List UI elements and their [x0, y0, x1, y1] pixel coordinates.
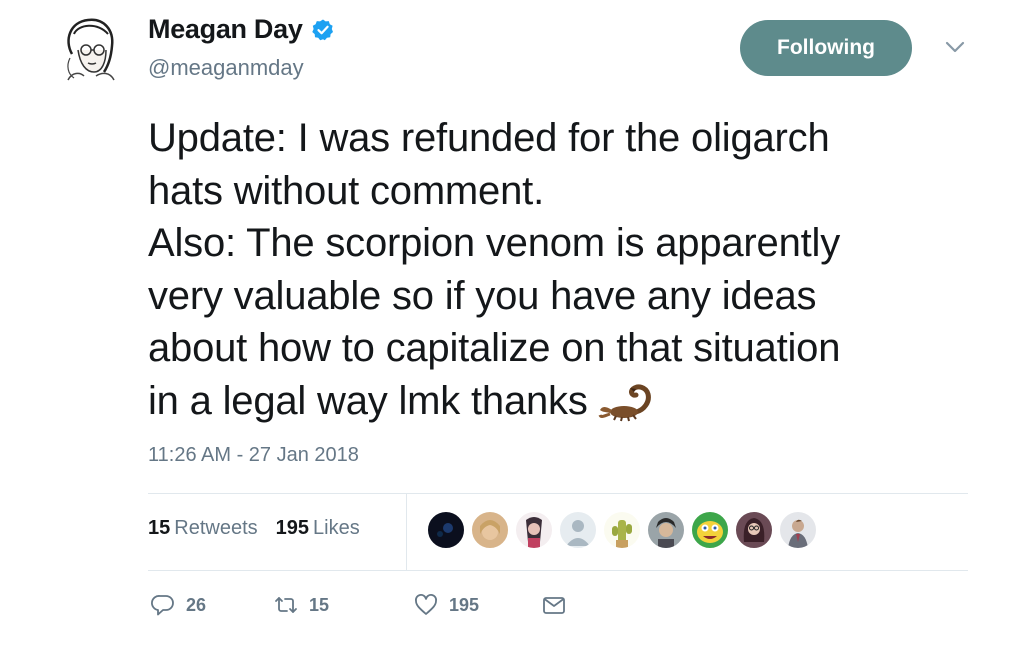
tweet-line: in a legal way lmk thanks [148, 378, 588, 423]
verified-badge-icon [311, 19, 333, 40]
scorpion-emoji-icon [598, 383, 651, 421]
retweet-icon [275, 597, 297, 613]
stats-divider [406, 493, 407, 570]
tweet-actions: 26 15 195 [150, 592, 567, 618]
author-name-row[interactable]: Meagan Day [148, 14, 335, 45]
reply-count: 26 [186, 594, 207, 615]
liker-avatar-cactus-icon[interactable] [602, 510, 642, 550]
retweet-count: 15 [309, 594, 330, 615]
liker-avatar-portrait-icon[interactable] [514, 510, 554, 550]
tweet-timestamp[interactable]: 11:26 AM - 27 Jan 2018 [148, 444, 359, 467]
liker-avatar-spongebob-icon[interactable] [690, 510, 730, 550]
author-display-name[interactable]: Meagan Day [148, 14, 303, 45]
tweet-text: Update: I was refunded for the oligarch … [148, 112, 1008, 427]
envelope-icon [543, 597, 565, 614]
reply-button[interactable]: 26 [150, 592, 273, 618]
tweet-line: about how to capitalize on that situatio… [148, 326, 841, 370]
tweet-stats: 15 Retweets 195 Likes [148, 517, 360, 540]
divider [148, 493, 968, 494]
chevron-down-icon[interactable] [943, 38, 967, 56]
author-handle[interactable]: @meaganmday [148, 55, 304, 81]
liker-avatar-man-icon[interactable] [646, 510, 686, 550]
direct-message-button[interactable] [541, 592, 567, 618]
retweets-stat[interactable]: 15 Retweets [148, 517, 258, 540]
like-button[interactable]: 195 [413, 592, 541, 618]
liker-avatar-suit-icon[interactable] [778, 510, 818, 550]
tweet-line: Also: The scorpion venom is apparently [148, 221, 841, 265]
retweet-button[interactable]: 15 [273, 592, 413, 618]
liker-avatar-default-icon[interactable] [558, 510, 598, 550]
avatar[interactable] [58, 14, 122, 84]
like-count: 195 [449, 594, 480, 615]
tweet-line: very valuable so if you have any ideas [148, 273, 817, 318]
divider [148, 570, 968, 571]
liker-avatars [426, 510, 818, 550]
liker-avatar-dark-icon[interactable] [426, 510, 466, 550]
author-avatar-icon [67, 18, 115, 81]
liker-avatar-blonde-icon[interactable] [470, 510, 510, 550]
tweet-line: Update: I was refunded for the oligarch [148, 116, 830, 160]
reply-icon [151, 595, 174, 616]
following-button[interactable]: Following [740, 20, 912, 76]
tweet-line: hats without comment. [148, 168, 544, 213]
likes-stat[interactable]: 195 Likes [276, 517, 360, 540]
heart-icon [415, 594, 437, 615]
tweet-line-last: in a legal way lmk thanks [148, 375, 1008, 428]
liker-avatar-woman-icon[interactable] [734, 510, 774, 550]
